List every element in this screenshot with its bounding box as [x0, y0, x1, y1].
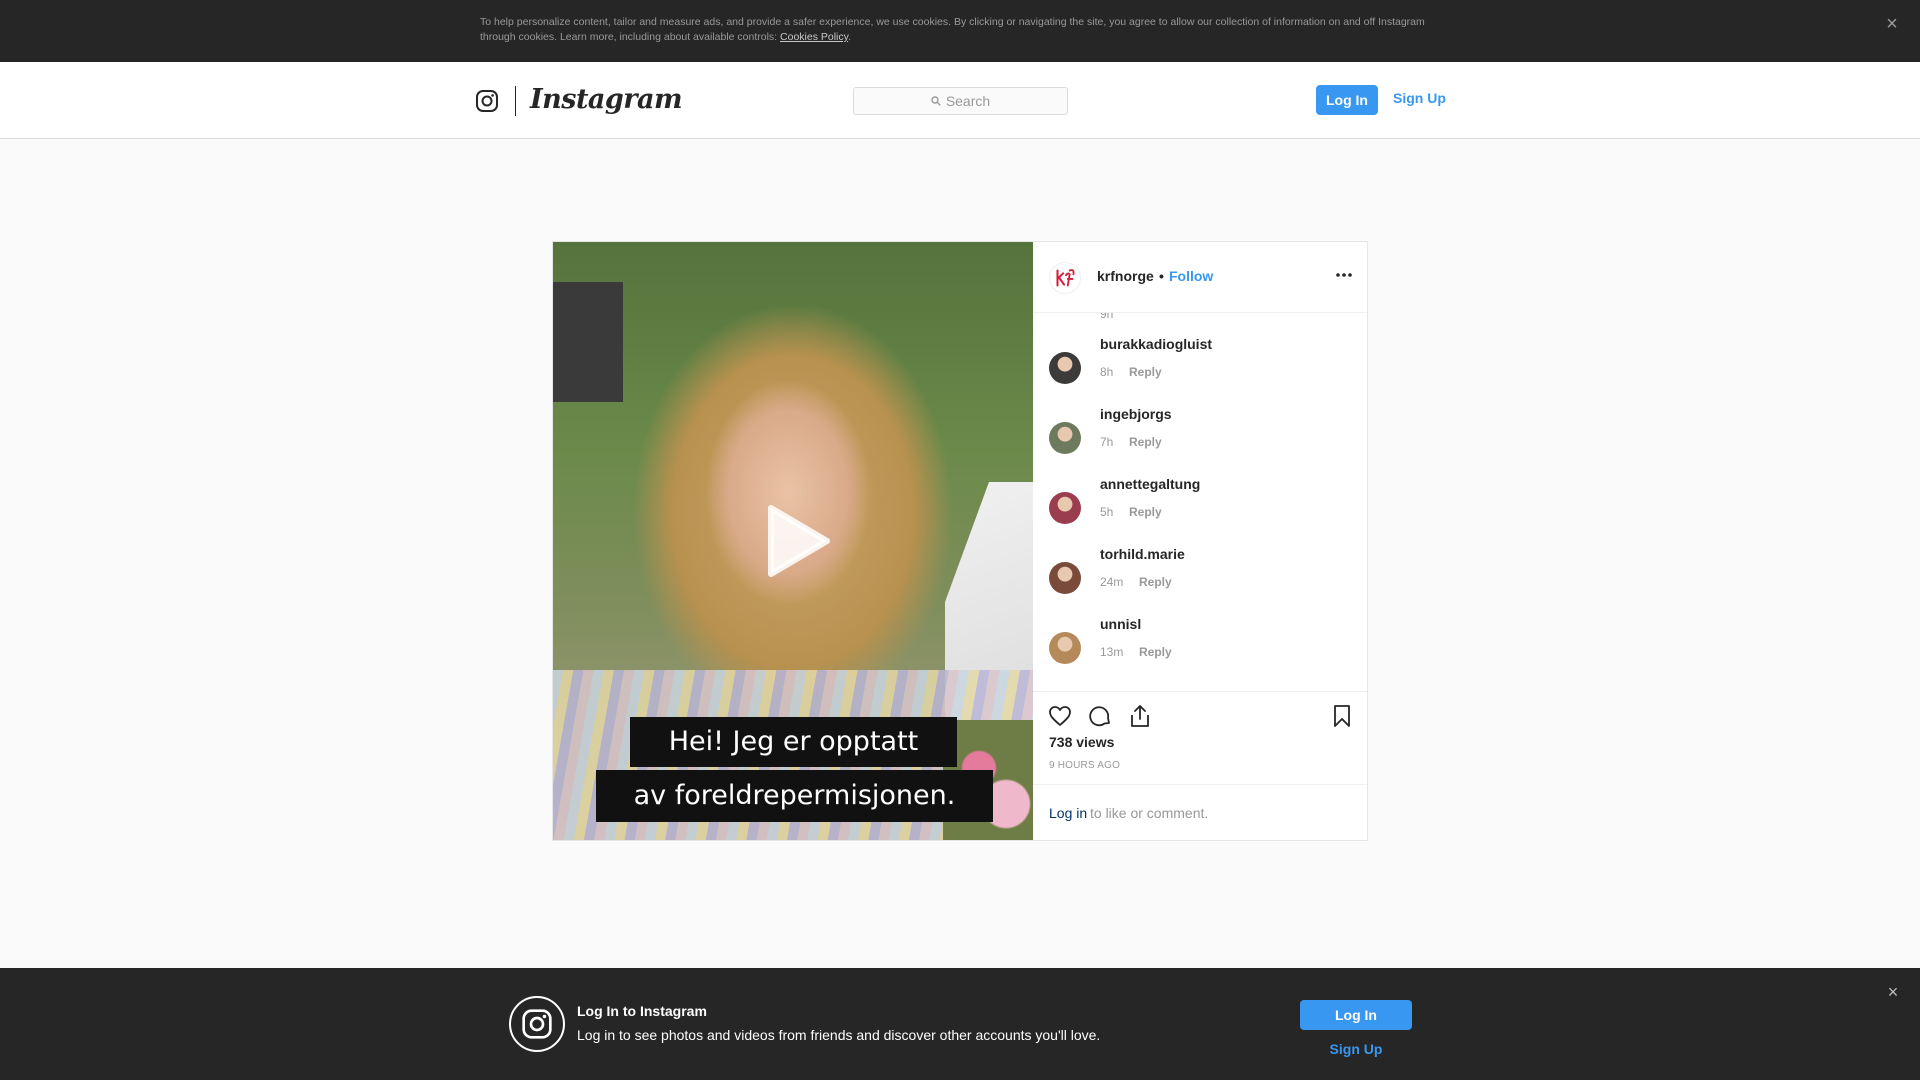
comment-username[interactable]: burakkadiogluist	[1100, 336, 1212, 352]
bookmark-icon[interactable]	[1329, 703, 1355, 729]
login-banner-close-icon[interactable]: ×	[1884, 983, 1902, 1001]
comment-time: 8h	[1100, 365, 1114, 379]
comment-text: torhild.marie	[1100, 546, 1185, 562]
login-banner-login-button[interactable]: Log In	[1300, 1000, 1412, 1030]
comment-item: unnisl 13m Reply	[1033, 616, 1367, 676]
comment-username[interactable]: unnisl	[1100, 616, 1141, 632]
cookies-policy-link[interactable]: Cookies Policy	[780, 31, 848, 43]
commenter-avatar[interactable]	[1049, 352, 1081, 384]
cookie-banner-close-icon[interactable]: ×	[1882, 14, 1902, 34]
login-banner-subtitle: Log in to see photos and videos from fri…	[577, 1027, 1101, 1043]
login-to-comment-text: to like or comment.	[1090, 805, 1209, 821]
search-placeholder: Search	[945, 93, 991, 109]
comment-item: ingebjorgs 7h Reply	[1033, 406, 1367, 466]
login-banner: Log In to Instagram Log in to see photos…	[0, 968, 1920, 1080]
video-caption-line-2: av foreldrepermisjonen.	[596, 770, 993, 822]
instagram-glyph-icon	[522, 1009, 552, 1039]
top-navigation: Instagram Search Log In Sign Up	[0, 62, 1920, 139]
comment-text: unnisl	[1100, 616, 1141, 632]
cookie-banner: To help personalize content, tailor and …	[0, 0, 1920, 62]
more-options-icon[interactable]	[1335, 272, 1353, 278]
login-banner-title: Log In to Instagram	[577, 1003, 707, 1019]
login-to-comment-link[interactable]: Log in	[1049, 805, 1087, 821]
video-background-house	[553, 282, 623, 402]
owner-username[interactable]: krfnorge	[1097, 268, 1154, 284]
comment-icon[interactable]	[1087, 703, 1113, 729]
comments-list[interactable]: 9h burakkadiogluist 8h Reply ingebjorgs 7h…	[1033, 313, 1367, 692]
comment-username[interactable]: annettegaltung	[1100, 476, 1200, 492]
cookie-banner-message: To help personalize content, tailor and …	[480, 16, 1425, 43]
owner-separator: •	[1159, 268, 1164, 284]
cookie-banner-text: To help personalize content, tailor and …	[480, 15, 1440, 45]
comment-username[interactable]: torhild.marie	[1100, 546, 1185, 562]
comment-reply-button[interactable]: Reply	[1129, 365, 1162, 379]
comment-text: ingebjorgs	[1100, 406, 1172, 422]
follow-button[interactable]: Follow	[1169, 268, 1213, 284]
play-icon[interactable]	[761, 504, 831, 578]
comment-time: 7h	[1100, 435, 1114, 449]
commenter-avatar[interactable]	[1049, 492, 1081, 524]
post-card: Hei! Jeg er opptatt av foreldrepermisjon…	[552, 241, 1368, 841]
search-input[interactable]: Search	[853, 87, 1068, 115]
post-header: krfnorge • Follow	[1033, 242, 1367, 313]
previous-comment-time: 9h	[1100, 313, 1114, 321]
comment-item: torhild.marie 24m Reply	[1033, 546, 1367, 606]
comment-time: 24m	[1100, 575, 1124, 589]
instagram-wordmark[interactable]: Instagram	[530, 84, 683, 115]
header-divider	[515, 86, 516, 116]
krf-logo-icon	[1056, 269, 1075, 287]
instagram-logo	[509, 996, 565, 1052]
post-actions	[1033, 692, 1367, 732]
comment-time: 5h	[1100, 505, 1114, 519]
comment-text: burakkadiogluist	[1100, 336, 1212, 352]
view-count[interactable]: 738 views	[1049, 734, 1114, 750]
owner-avatar[interactable]	[1049, 262, 1081, 294]
comment-item: annettegaltung 5h Reply	[1033, 476, 1367, 536]
cookie-banner-period: .	[848, 31, 852, 43]
comment-reply-button[interactable]: Reply	[1139, 575, 1172, 589]
comment-time: 13m	[1100, 645, 1124, 659]
comment-text: annettegaltung	[1100, 476, 1200, 492]
search-icon	[931, 96, 941, 106]
login-to-comment-row: Log in to like or comment.	[1033, 784, 1367, 840]
video-caption-line-1: Hei! Jeg er opptatt	[630, 717, 957, 767]
comment-reply-button[interactable]: Reply	[1129, 435, 1162, 449]
comment-username[interactable]: ingebjorgs	[1100, 406, 1172, 422]
login-button[interactable]: Log In	[1316, 85, 1378, 115]
commenter-avatar[interactable]	[1049, 422, 1081, 454]
commenter-avatar[interactable]	[1049, 632, 1081, 664]
share-icon[interactable]	[1127, 703, 1153, 729]
comment-reply-button[interactable]: Reply	[1139, 645, 1172, 659]
heart-icon[interactable]	[1047, 703, 1073, 729]
commenter-avatar[interactable]	[1049, 562, 1081, 594]
post-timestamp: 9 HOURS AGO	[1049, 760, 1121, 771]
signup-link[interactable]: Sign Up	[1393, 90, 1446, 106]
comment-item: burakkadiogluist 8h Reply	[1033, 336, 1367, 396]
comment-reply-button[interactable]: Reply	[1129, 505, 1162, 519]
instagram-glyph-icon[interactable]	[475, 89, 499, 113]
login-banner-signup-link[interactable]: Sign Up	[1300, 1041, 1412, 1057]
post-video[interactable]: Hei! Jeg er opptatt av foreldrepermisjon…	[553, 242, 1033, 840]
post-sidebar: krfnorge • Follow 9h burakkadiogluist 8h…	[1033, 242, 1367, 840]
